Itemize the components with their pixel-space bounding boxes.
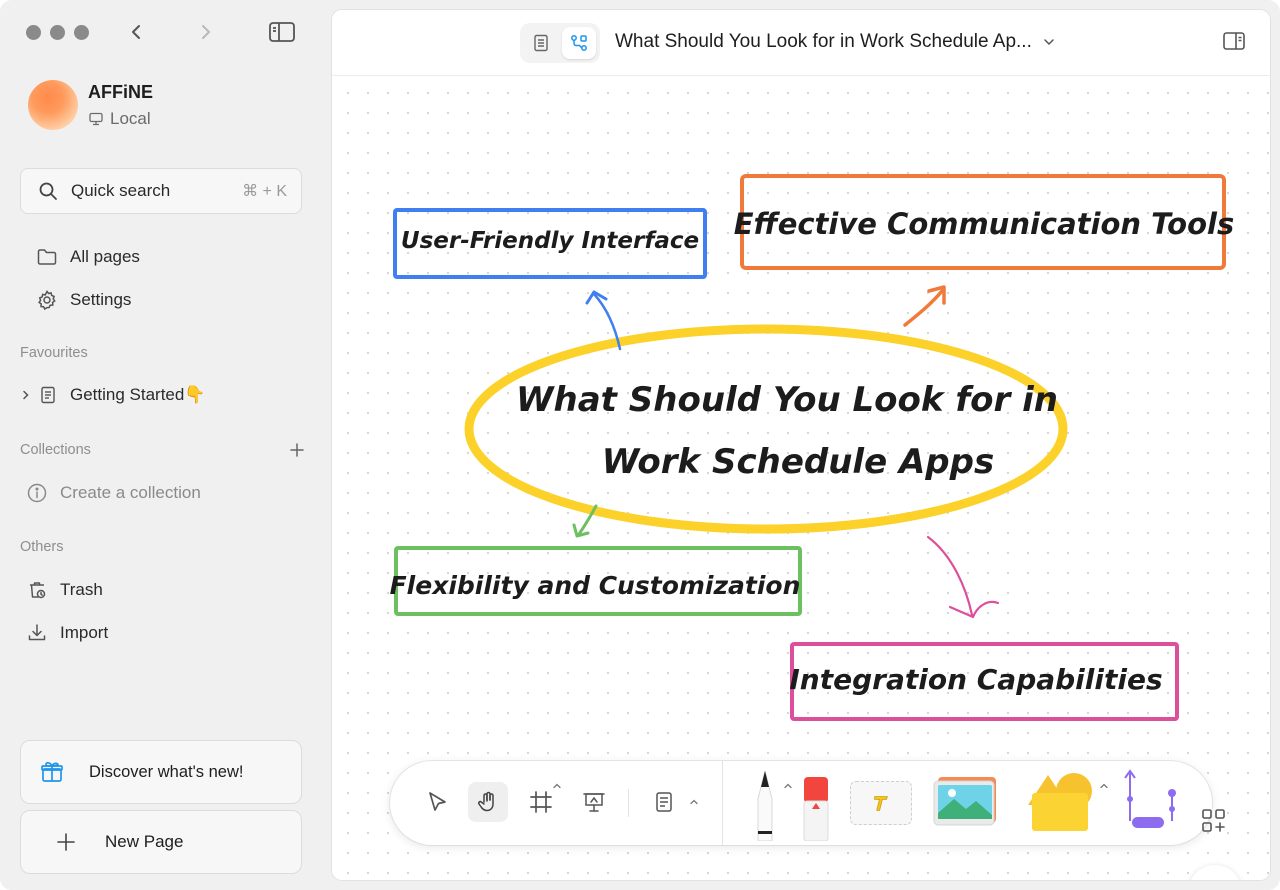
plus-icon bbox=[57, 833, 75, 851]
create-collection-label: Create a collection bbox=[60, 483, 201, 502]
sidebar-item-settings[interactable]: Settings bbox=[36, 289, 131, 311]
node-comm-label: Effective Communication Tools bbox=[734, 207, 1234, 241]
traffic-lights bbox=[26, 25, 89, 40]
shape-chevron-up-icon[interactable] bbox=[1099, 781, 1109, 791]
trash-icon bbox=[30, 582, 46, 599]
forward-arrow-icon[interactable] bbox=[194, 20, 218, 44]
workspace-type-label: Local bbox=[110, 108, 151, 128]
discover-label: Discover what's new! bbox=[89, 762, 244, 781]
sidebar-item-import[interactable]: Import bbox=[26, 622, 108, 644]
pen-chevron-up-icon[interactable] bbox=[783, 781, 793, 791]
pointer-tool-button[interactable] bbox=[422, 787, 452, 817]
node-flex-label: Flexibility and Customization bbox=[390, 571, 801, 600]
zoom-window-button[interactable] bbox=[74, 25, 89, 40]
local-storage-icon bbox=[89, 112, 103, 125]
doc-title: What Should You Look for in Work Schedul… bbox=[615, 31, 1032, 52]
pen-tool-icon[interactable] bbox=[750, 769, 780, 841]
sidebar-item-all-pages[interactable]: All pages bbox=[36, 246, 140, 268]
connector-integ bbox=[926, 535, 974, 617]
frame-icon bbox=[530, 791, 552, 813]
sidebar-toggle-icon[interactable] bbox=[268, 20, 296, 44]
shape-tool-icon[interactable] bbox=[1026, 771, 1096, 833]
central-node-ellipse[interactable] bbox=[464, 324, 1068, 534]
image-tool-icon[interactable] bbox=[932, 773, 1000, 831]
page-icon bbox=[41, 386, 55, 404]
workspace-name: AFFiNE bbox=[88, 81, 153, 102]
add-widget-icon[interactable] bbox=[1200, 807, 1228, 835]
node-integ-label: Integration Capabilities bbox=[789, 663, 1162, 696]
new-page-button[interactable]: New Page bbox=[20, 810, 302, 874]
view-mode-switch bbox=[520, 23, 600, 63]
note-chevron-up-icon[interactable] bbox=[689, 797, 699, 807]
note-tool-button[interactable] bbox=[649, 787, 679, 817]
edgeless-canvas[interactable]: What Should You Look for in Work Schedul… bbox=[332, 77, 1270, 880]
central-node-line1: What Should You Look for in bbox=[516, 380, 1058, 420]
app-window: AFFiNE Local Quick search ⌘ + K All page… bbox=[0, 0, 1280, 890]
frame-chevron-up-icon[interactable] bbox=[552, 781, 562, 791]
minimize-window-button[interactable] bbox=[50, 25, 65, 40]
edgeless-icon bbox=[571, 35, 587, 51]
presentation-tool-button[interactable] bbox=[579, 787, 609, 817]
connector-comm bbox=[903, 289, 944, 327]
sidebar-item-trash[interactable]: Trash bbox=[26, 579, 103, 601]
quick-search-shortcut: ⌘ + K bbox=[242, 183, 287, 200]
connector-integ-arrowhead bbox=[948, 600, 1000, 619]
collections-heading: Collections bbox=[20, 442, 91, 458]
sidebar-item-getting-started[interactable]: Getting Started👇 bbox=[20, 385, 206, 405]
add-collection-button[interactable] bbox=[288, 441, 306, 459]
mindmap: What Should You Look for in Work Schedul… bbox=[390, 174, 1234, 721]
import-icon bbox=[28, 624, 46, 641]
doc-title-button[interactable]: What Should You Look for in Work Schedul… bbox=[615, 31, 1056, 53]
info-icon bbox=[27, 483, 47, 503]
sidebar-item-label: Import bbox=[60, 623, 109, 642]
edgeless-mode-button[interactable] bbox=[562, 27, 596, 59]
toolbar-divider bbox=[628, 789, 629, 817]
search-icon bbox=[39, 182, 57, 200]
workspace-type: Local bbox=[88, 109, 153, 129]
pointer-icon bbox=[429, 792, 446, 811]
sidebar: AFFiNE Local Quick search ⌘ + K All page… bbox=[0, 0, 332, 890]
new-page-label: New Page bbox=[105, 832, 184, 851]
favourites-heading: Favourites bbox=[20, 345, 88, 361]
central-node-line2: Work Schedule Apps bbox=[602, 442, 994, 482]
close-window-button[interactable] bbox=[26, 25, 41, 40]
quick-search-label: Quick search bbox=[71, 181, 171, 200]
edgeless-toolbar bbox=[390, 761, 1212, 845]
text-icon bbox=[874, 796, 888, 811]
text-tool-button[interactable] bbox=[850, 781, 912, 825]
others-heading: Others bbox=[20, 539, 64, 555]
right-sidebar-toggle-icon[interactable] bbox=[1222, 30, 1246, 52]
sidebar-item-label: Getting Started👇 bbox=[70, 385, 206, 404]
doc-header: What Should You Look for in Work Schedul… bbox=[332, 10, 1270, 76]
page-mode-button[interactable] bbox=[524, 27, 558, 59]
page-icon bbox=[534, 34, 548, 52]
help-icon bbox=[1201, 878, 1229, 880]
hand-tool-button[interactable] bbox=[468, 782, 508, 822]
connector-tool-icon[interactable] bbox=[1118, 767, 1182, 839]
discover-whats-new-button[interactable]: Discover what's new! bbox=[20, 740, 302, 804]
sidebar-item-label: Settings bbox=[70, 290, 132, 309]
chevron-right-icon[interactable] bbox=[20, 389, 32, 401]
toolbar-divider bbox=[722, 761, 723, 845]
quick-search-button[interactable]: Quick search ⌘ + K bbox=[20, 168, 302, 214]
sidebar-item-label: All pages bbox=[70, 247, 140, 266]
create-collection-button[interactable]: Create a collection bbox=[26, 482, 201, 504]
eraser-tool-icon[interactable] bbox=[800, 775, 832, 841]
gift-icon bbox=[41, 761, 63, 782]
editor-area: What Should You Look for in Work Schedul… bbox=[332, 10, 1270, 880]
frame-tool-button[interactable] bbox=[526, 787, 556, 817]
sidebar-item-label: Trash bbox=[60, 580, 103, 599]
workspace-switcher[interactable]: AFFiNE Local bbox=[28, 80, 153, 130]
hand-icon bbox=[478, 791, 494, 812]
node-ui-label: User-Friendly Interface bbox=[401, 228, 699, 254]
workspace-avatar bbox=[28, 80, 78, 130]
gear-icon bbox=[38, 290, 56, 311]
chevron-down-icon bbox=[1044, 39, 1054, 46]
note-icon bbox=[656, 792, 672, 812]
back-arrow-icon[interactable] bbox=[124, 20, 148, 44]
folder-icon bbox=[37, 249, 57, 265]
presentation-icon bbox=[583, 793, 605, 812]
